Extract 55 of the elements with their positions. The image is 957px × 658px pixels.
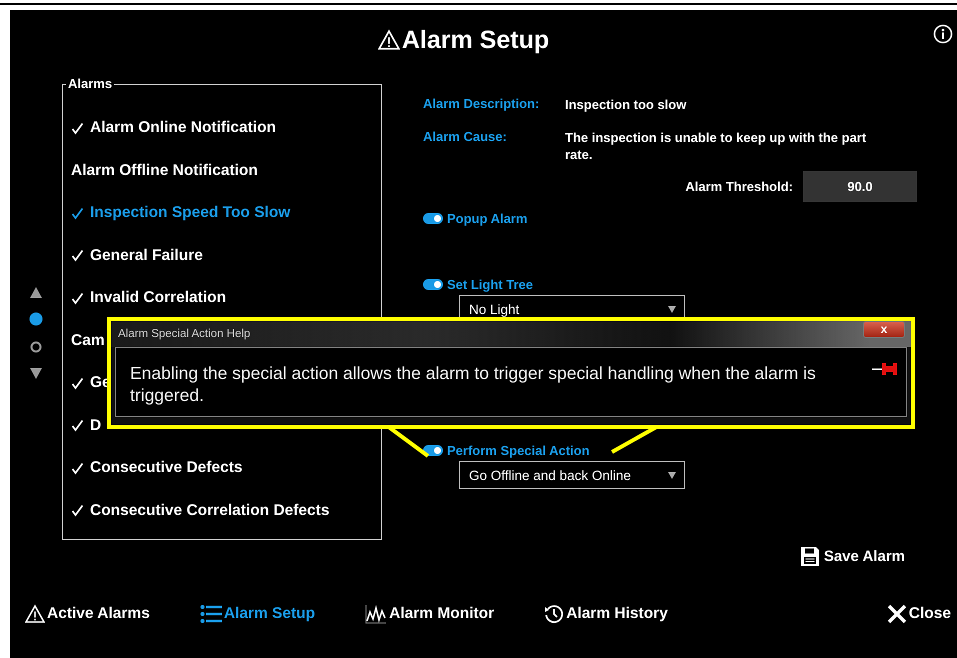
toggle-switch[interactable] — [423, 444, 443, 456]
pin-icon[interactable] — [872, 362, 898, 376]
alarm-item[interactable]: Cam — [71, 320, 105, 362]
up-arrow-icon[interactable] — [30, 287, 42, 298]
alarm-item[interactable]: Invalid Correlation — [71, 277, 226, 320]
save-button[interactable]: Save Alarm — [800, 546, 905, 567]
nav-tab[interactable]: Alarm History — [544, 604, 668, 624]
window-title: Alarm Setup — [402, 26, 550, 54]
page-dot[interactable] — [29, 340, 43, 354]
popup-title: Alarm Special Action Help — [118, 328, 250, 340]
check-icon — [71, 419, 84, 432]
info-icon[interactable] — [933, 24, 953, 44]
check-icon — [71, 292, 84, 305]
field-label: Alarm Threshold: — [685, 179, 793, 194]
close-button[interactable]: Close — [886, 604, 951, 624]
warning-icon — [378, 29, 400, 51]
check-icon — [71, 462, 84, 475]
option-label: Perform Special Action — [447, 442, 590, 458]
nav-tab[interactable]: Alarm Setup — [200, 604, 316, 624]
check-icon — [71, 206, 84, 220]
down-arrow-icon[interactable] — [30, 368, 42, 379]
close-icon — [886, 604, 907, 624]
dropdown[interactable]: Go Offline and back Online — [459, 461, 685, 489]
option-label: Set Light Tree — [447, 276, 533, 292]
cause-text: The inspection is unable to keep up with the part rate. — [565, 129, 868, 163]
nav-tab[interactable]: Active Alarms — [25, 604, 150, 624]
description-text: Inspection too slow — [565, 96, 688, 113]
alarm-item[interactable]: General Failure — [71, 234, 203, 277]
page-dot[interactable] — [29, 312, 43, 326]
alarm-item[interactable]: Consecutive Correlation Defects — [71, 490, 330, 532]
alarm-item[interactable]: Inspection Speed Too Slow — [71, 192, 290, 234]
caret-icon — [668, 472, 676, 478]
option-label: Popup Alarm — [447, 210, 528, 226]
toggle-switch[interactable] — [423, 278, 443, 290]
save-icon — [800, 546, 820, 567]
field-label: Alarm Description: — [423, 96, 540, 111]
warning-icon — [25, 604, 45, 624]
alarm-item[interactable]: D — [71, 404, 102, 447]
caret-icon — [668, 306, 676, 312]
history-icon — [544, 604, 564, 624]
check-icon — [71, 249, 84, 262]
nav-tab[interactable]: Alarm Monitor — [365, 604, 494, 624]
check-icon — [71, 376, 84, 390]
help-message: Enabling the special action allows the alarm to trigger special handling when the alarm is triggered. — [130, 362, 817, 406]
alarm-item[interactable]: Alarm Offline Notification — [71, 150, 258, 192]
chart-icon — [365, 604, 388, 624]
check-icon — [71, 504, 84, 518]
toggle-switch[interactable] — [423, 212, 443, 224]
alarm-item[interactable]: Alarm Online Notification — [71, 107, 276, 150]
threshold-field[interactable]: 90.0 — [803, 171, 917, 202]
field-label: Alarm Cause: — [423, 129, 508, 144]
check-icon — [71, 122, 84, 135]
list-icon — [200, 604, 222, 624]
close-button[interactable]: x — [863, 321, 905, 338]
alarm-item[interactable]: Consecutive Defects — [71, 447, 242, 490]
